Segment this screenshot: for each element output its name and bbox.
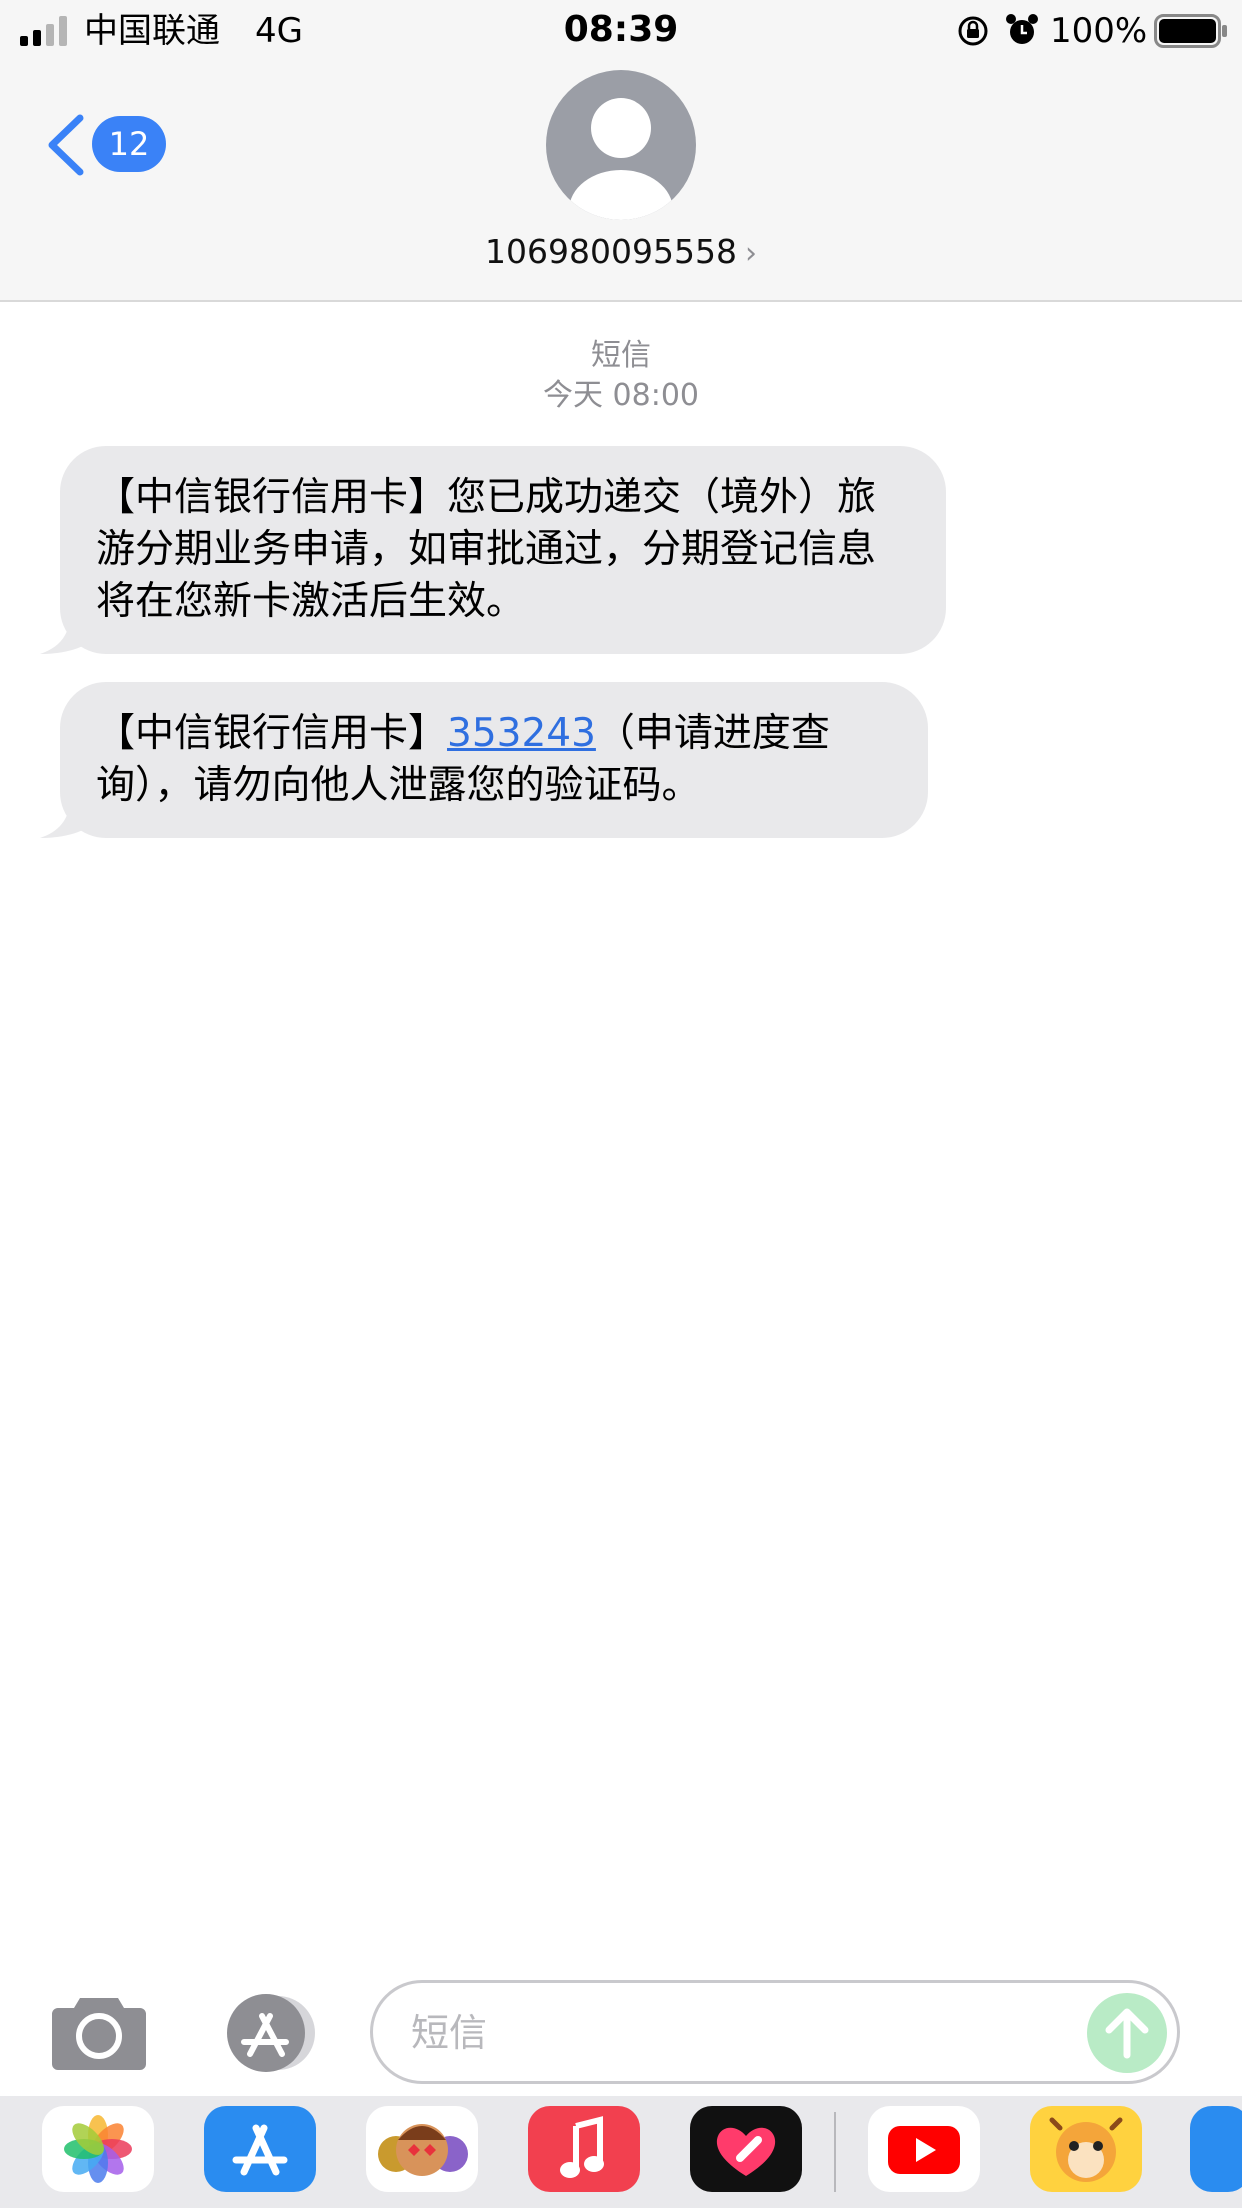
camera-icon[interactable]: [50, 1994, 148, 2070]
contact-number: 106980095558: [485, 232, 737, 271]
app-store-icon[interactable]: [204, 2106, 316, 2192]
arrow-up-icon: [1105, 2008, 1149, 2059]
message-timestamp: 今天 08:00: [543, 378, 699, 413]
message-text-prefix: 【中信银行信用卡】: [96, 711, 448, 756]
memoji-icon[interactable]: [366, 2106, 478, 2192]
bubble-tail: [40, 798, 90, 838]
photos-icon[interactable]: [42, 2106, 154, 2192]
chevron-right-icon: ›: [744, 236, 757, 271]
drawer-divider: [834, 2112, 836, 2192]
app-store-icon[interactable]: [210, 1994, 320, 2072]
unread-count-badge: 12: [92, 116, 166, 172]
battery-percent: 100%: [1050, 11, 1148, 51]
message-input[interactable]: 短信: [370, 1980, 1180, 2084]
message-bubble[interactable]: 【中信银行信用卡】353243（申请进度查询），请勿向他人泄露您的验证码。: [40, 682, 928, 838]
message-bubble[interactable]: 【中信银行信用卡】您已成功递交（境外）旅游分期业务申请，如审批通过，分期登记信息…: [40, 446, 946, 654]
contact-avatar[interactable]: [546, 70, 696, 220]
status-bar: 中国联通 4G 08:39 100%: [0, 0, 1242, 62]
person-icon: [569, 98, 673, 220]
send-button[interactable]: [1087, 1993, 1167, 2073]
bubble-tail: [40, 614, 90, 654]
youtube-icon[interactable]: [868, 2106, 980, 2192]
chevron-left-icon: [48, 114, 84, 176]
rotation-lock-icon: [958, 16, 988, 46]
imessage-app-drawer: [0, 2096, 1242, 2208]
messages-screen: 中国联通 4G 08:39 100% 12 106980095558 › 短信 …: [0, 0, 1242, 2208]
partial-app-icon[interactable]: [1190, 2106, 1242, 2192]
digital-touch-icon[interactable]: [690, 2106, 802, 2192]
verification-code-link[interactable]: 353243: [447, 711, 596, 756]
alarm-icon: [1006, 14, 1038, 44]
message-text: 【中信银行信用卡】您已成功递交（境外）旅游分期业务申请，如审批通过，分期登记信息…: [96, 475, 877, 624]
back-button[interactable]: 12: [44, 110, 174, 180]
cartoon-app-icon[interactable]: [1030, 2106, 1142, 2192]
contact-name-button[interactable]: 106980095558 ›: [0, 230, 1242, 276]
service-label: 短信: [591, 338, 651, 373]
conversation-header: 12 106980095558 ›: [0, 62, 1242, 302]
message-input-placeholder: 短信: [411, 2011, 488, 2055]
battery-icon: [1154, 14, 1227, 48]
music-icon[interactable]: [528, 2106, 640, 2192]
